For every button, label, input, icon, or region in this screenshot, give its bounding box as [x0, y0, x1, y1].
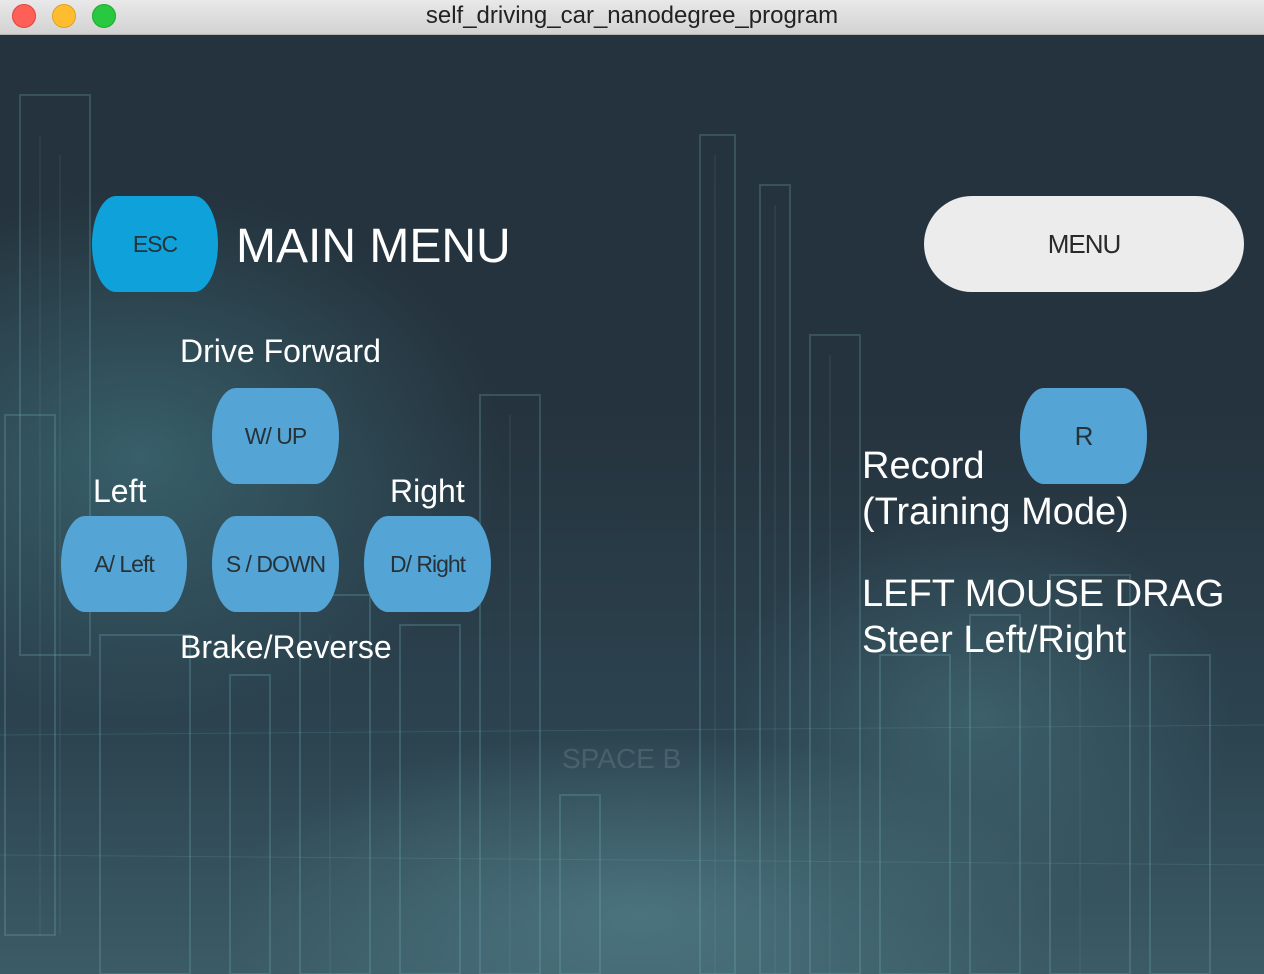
s-down-key[interactable]: S / DOWN [212, 516, 339, 612]
a-left-key[interactable]: A/ Left [61, 516, 187, 612]
record-label: Record [862, 445, 985, 487]
game-scene: SPACE B ESC MAIN MENU MENU Drive Forward… [0, 35, 1264, 974]
training-mode-label: (Training Mode) [862, 491, 1129, 533]
w-up-key[interactable]: W/ UP [212, 388, 339, 484]
record-r-key[interactable]: R [1020, 388, 1147, 484]
window-titlebar: self_driving_car_nanodegree_program [0, 0, 1264, 35]
menu-button[interactable]: MENU [924, 196, 1244, 292]
d-right-key[interactable]: D/ Right [364, 516, 491, 612]
steer-label: Steer Left/Right [862, 619, 1127, 661]
esc-key-button[interactable]: ESC [92, 196, 218, 292]
left-mouse-drag-label: LEFT MOUSE DRAG [862, 573, 1225, 615]
space-bar-hint: SPACE B [562, 743, 682, 774]
left-label: Left [93, 473, 147, 509]
right-label: Right [390, 473, 465, 509]
brake-reverse-label: Brake/Reverse [180, 629, 392, 665]
drive-forward-label: Drive Forward [180, 333, 381, 369]
window-title: self_driving_car_nanodegree_program [425, 2, 839, 29]
main-menu-title: MAIN MENU [236, 220, 511, 273]
